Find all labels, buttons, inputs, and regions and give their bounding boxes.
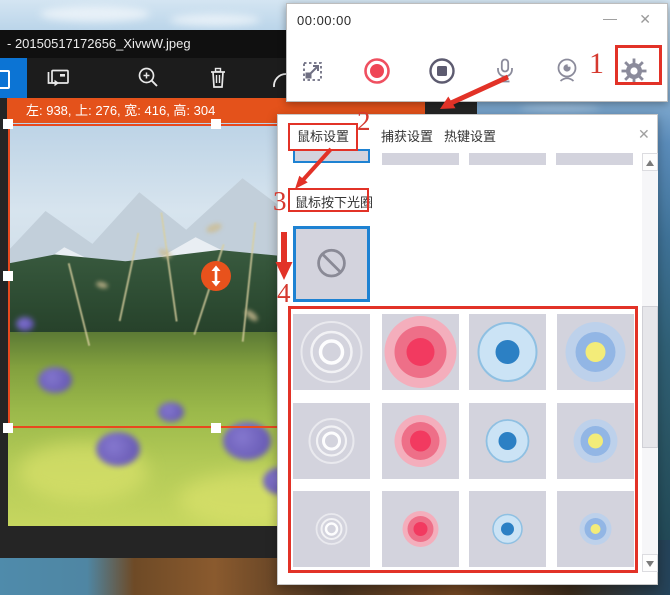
stop-icon — [429, 58, 455, 84]
zoom-in-icon — [138, 67, 158, 87]
halo-option-blue-yellow-row2[interactable] — [557, 403, 634, 479]
tab-capture-settings[interactable]: 捕获设置 — [381, 126, 433, 145]
panel-close-button[interactable]: ✕ — [638, 126, 650, 143]
scrollbar-thumb[interactable] — [642, 306, 658, 448]
up-arrow-icon — [646, 160, 654, 166]
microphone-icon — [497, 58, 513, 83]
record-button[interactable] — [360, 54, 394, 88]
halo-option-red-halo-row3[interactable] — [382, 491, 459, 567]
scrolled-option[interactable] — [556, 153, 633, 165]
trash-icon — [211, 67, 225, 88]
scrolled-option-selected[interactable] — [293, 149, 370, 163]
scrollbar-up-button[interactable] — [642, 153, 658, 171]
editor-title: - 20150517172656_XivwW.jpeg — [7, 36, 191, 51]
webcam-icon — [557, 58, 577, 82]
record-icon — [364, 58, 390, 84]
resize-region-button[interactable] — [297, 54, 331, 88]
halo-option-white-rings-row2[interactable] — [293, 403, 370, 479]
screen: - 20150517172656_XivwW.jpeg 左: 938, 上: 2… — [0, 0, 670, 595]
no-halo-icon — [317, 248, 346, 278]
minimize-button[interactable]: — — [603, 10, 617, 26]
move-selection-button[interactable] — [201, 261, 231, 291]
scrollbar-down-button[interactable] — [642, 554, 658, 572]
down-arrow-icon — [646, 561, 654, 567]
gear-icon — [621, 58, 647, 84]
handle-top-middle[interactable] — [211, 119, 221, 129]
halo-option-blue-yellow-row3[interactable] — [557, 491, 634, 567]
handle-left-middle[interactable] — [3, 271, 13, 281]
crop-tool-button[interactable] — [0, 58, 27, 98]
recorder-close-button[interactable]: ✕ — [639, 11, 651, 28]
recorder-window: 00:00:00 — ✕ — [286, 3, 668, 102]
stop-button[interactable] — [425, 54, 459, 88]
picture-in-picture-button[interactable] — [44, 63, 74, 93]
delete-button[interactable] — [203, 63, 233, 93]
halo-option-blue-yellow-row1[interactable] — [557, 314, 634, 390]
halo-option-white-rings-row3[interactable] — [293, 491, 370, 567]
section-label-mouse-down-halo: 鼠标按下光圈 — [295, 195, 374, 210]
crop-icon — [0, 70, 10, 89]
picture-in-picture-icon — [47, 69, 69, 87]
tab-hotkey-settings[interactable]: 热键设置 — [444, 126, 496, 145]
timer: 00:00:00 — [297, 13, 352, 28]
halo-option-blue-dot-row3[interactable] — [469, 491, 546, 567]
tab-mouse-settings[interactable]: 鼠标设置 — [297, 126, 349, 145]
halo-option-none[interactable] — [293, 226, 370, 302]
scrolled-option[interactable] — [469, 153, 546, 165]
handle-bottom-left[interactable] — [3, 423, 13, 433]
handle-bottom-middle[interactable] — [211, 423, 221, 433]
resize-region-icon — [303, 62, 322, 81]
halo-option-white-rings-row1[interactable] — [293, 314, 370, 390]
settings-button[interactable] — [617, 54, 651, 88]
resize-vertical-icon — [211, 265, 221, 287]
halo-option-red-halo-row1[interactable] — [382, 314, 459, 390]
webcam-button[interactable] — [550, 54, 584, 88]
handle-top-left[interactable] — [3, 119, 13, 129]
settings-panel: 鼠标设置 捕获设置 热键设置 ✕ 鼠标按下光圈 — [277, 114, 658, 585]
microphone-button[interactable] — [488, 54, 522, 88]
halo-option-blue-dot-row1[interactable] — [469, 314, 546, 390]
halo-option-red-halo-row2[interactable] — [382, 403, 459, 479]
zoom-in-button[interactable] — [133, 63, 163, 93]
scrolled-option[interactable] — [382, 153, 459, 165]
halo-option-blue-dot-row2[interactable] — [469, 403, 546, 479]
